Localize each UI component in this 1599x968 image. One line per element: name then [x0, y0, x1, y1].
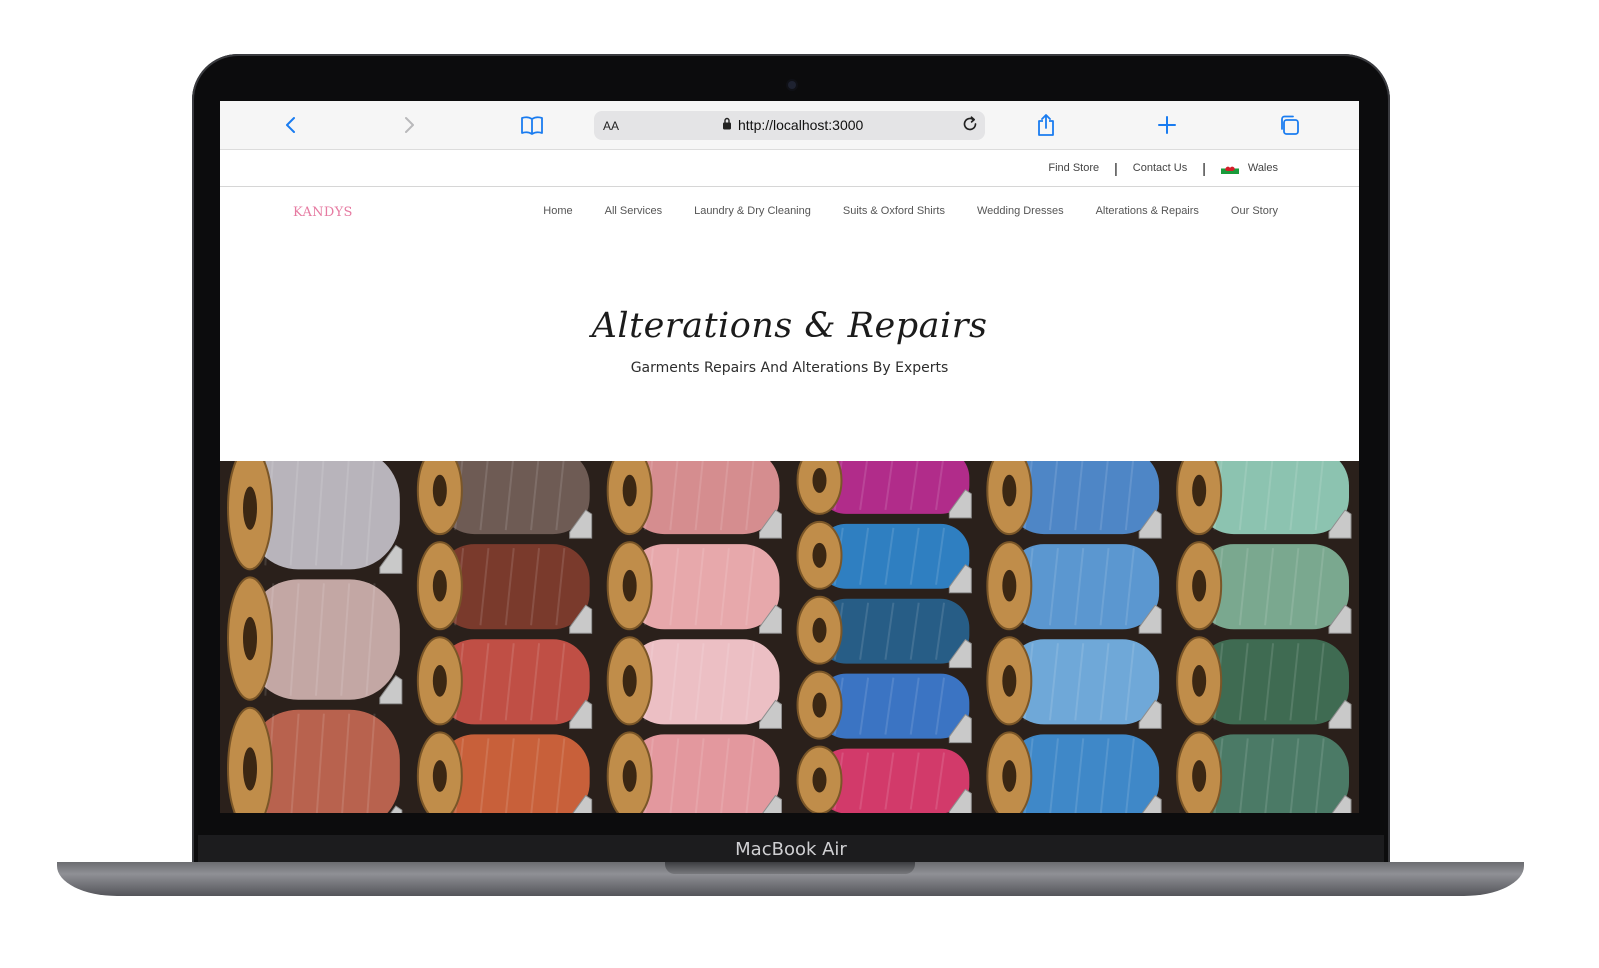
nav-item-home[interactable]: Home — [543, 205, 572, 217]
thread-spool — [227, 706, 403, 813]
thread-spool — [796, 595, 972, 669]
text-size-button[interactable]: AA — [603, 119, 619, 133]
utility-divider: | — [1202, 160, 1206, 176]
thread-spool — [986, 541, 1162, 634]
nav-item-alterations[interactable]: Alterations & Repairs — [1096, 205, 1199, 217]
tabs-icon[interactable] — [1277, 113, 1301, 137]
thread-spool — [1176, 541, 1352, 634]
region-selector[interactable]: Wales — [1220, 162, 1278, 174]
contact-us-link[interactable]: Contact Us — [1133, 162, 1187, 174]
thread-spool — [1176, 731, 1352, 813]
thread-spools-illustration — [220, 461, 1359, 813]
nav-item-laundry[interactable]: Laundry & Dry Cleaning — [694, 205, 811, 217]
hero: Alterations & Repairs Garments Repairs A… — [220, 306, 1359, 376]
nav-item-all-services[interactable]: All Services — [605, 205, 662, 217]
main-nav: KANDYS Home All Services Laundry & Dry C… — [220, 187, 1359, 239]
new-tab-icon[interactable] — [1155, 113, 1179, 137]
laptop-chin: MacBook Air — [198, 835, 1384, 865]
browser-toolbar: AA http://localhost:3000 — [220, 101, 1359, 150]
thread-spool — [606, 461, 782, 539]
thread-spool — [606, 636, 782, 729]
utility-bar: Find Store | Contact Us | Wales — [220, 150, 1359, 187]
thread-spool — [416, 541, 593, 634]
lock-icon — [722, 117, 732, 133]
thread-spool — [986, 461, 1162, 539]
page-title: Alterations & Repairs — [591, 306, 988, 346]
wales-flag-icon — [1220, 162, 1239, 174]
site-logo[interactable]: KANDYS — [293, 205, 353, 220]
thread-spool — [796, 670, 972, 744]
thread-spools-image — [220, 461, 1359, 813]
thread-spool — [796, 461, 972, 519]
utility-divider: | — [1114, 160, 1118, 176]
share-icon[interactable] — [1034, 113, 1058, 137]
thread-spool — [416, 731, 593, 813]
browser-screen: AA http://localhost:3000 Find Store | Co… — [220, 101, 1359, 813]
address-bar[interactable]: AA http://localhost:3000 — [594, 111, 985, 140]
bookmarks-icon[interactable] — [520, 113, 544, 137]
thread-spool — [986, 731, 1162, 813]
thread-spool — [1176, 461, 1352, 539]
thread-spool — [606, 541, 782, 634]
back-icon[interactable] — [278, 113, 302, 137]
nav-item-suits[interactable]: Suits & Oxford Shirts — [843, 205, 945, 217]
thread-spool — [796, 745, 972, 813]
url-text: http://localhost:3000 — [738, 117, 864, 133]
thread-spool — [606, 731, 782, 813]
thread-spool — [986, 636, 1162, 729]
thread-spool — [796, 520, 972, 594]
device-label: MacBook Air — [735, 839, 847, 860]
region-label: Wales — [1247, 162, 1278, 174]
thread-spool — [416, 636, 593, 729]
forward-icon[interactable] — [398, 113, 422, 137]
camera-icon — [788, 81, 796, 89]
thread-spool — [227, 461, 403, 574]
page-subtitle: Garments Repairs And Alterations By Expe… — [630, 360, 949, 376]
nav-item-our-story[interactable]: Our Story — [1231, 205, 1278, 217]
laptop-notch — [665, 862, 915, 874]
thread-spool — [1176, 636, 1352, 729]
nav-item-wedding-dresses[interactable]: Wedding Dresses — [977, 205, 1064, 217]
find-store-link[interactable]: Find Store — [1048, 162, 1099, 174]
nav-menu: Home All Services Laundry & Dry Cleaning… — [543, 205, 1278, 217]
thread-spool — [227, 576, 403, 705]
thread-spool — [416, 461, 593, 539]
reload-icon[interactable] — [961, 115, 979, 138]
